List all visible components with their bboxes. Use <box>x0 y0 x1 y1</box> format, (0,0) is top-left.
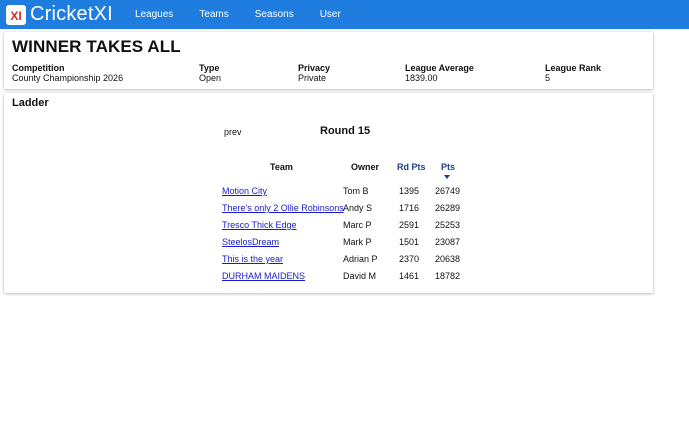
brand-name: CricketXI <box>30 3 113 25</box>
info-league-rank: League Rank 5 <box>545 63 601 83</box>
info-competition: Competition County Championship 2026 <box>12 63 123 83</box>
info-value: County Championship 2026 <box>12 73 124 83</box>
team-link[interactable]: There's only 2 Ollie Robinsons <box>222 203 344 213</box>
column-header-owner: Owner <box>351 162 380 172</box>
info-type: Type Open <box>199 63 221 83</box>
column-header-team: Team <box>270 162 293 172</box>
table-row: Motion City Tom B 1395 26749 <box>222 186 482 199</box>
prev-round-link[interactable]: prev <box>224 127 242 137</box>
info-label: League Rank <box>545 63 602 73</box>
team-link[interactable]: SteelosDream <box>222 237 279 247</box>
pts-cell: 23087 <box>435 237 461 247</box>
owner-cell: Adrian P <box>343 254 378 264</box>
info-label: Type <box>199 63 220 73</box>
table-row: This is the year Adrian P 2370 20638 <box>222 254 482 267</box>
pts-cell: 18782 <box>435 271 461 281</box>
round-title: Round 15 <box>320 125 371 137</box>
rd-pts-cell: 1716 <box>399 203 420 213</box>
rd-pts-cell: 2370 <box>399 254 420 264</box>
ladder-title: Ladder <box>12 97 49 109</box>
team-link[interactable]: Tresco Thick Edge <box>222 220 297 230</box>
owner-cell: David M <box>343 271 377 281</box>
rd-pts-cell: 1501 <box>399 237 420 247</box>
team-link[interactable]: This is the year <box>222 254 283 264</box>
info-value: Private <box>298 73 327 83</box>
info-value: 5 <box>545 73 551 83</box>
nav-item-teams[interactable]: Teams <box>199 9 228 20</box>
table-row: There's only 2 Ollie Robinsons Andy S 17… <box>222 203 482 216</box>
column-header-pts[interactable]: Pts <box>441 162 455 172</box>
league-info-card: WINNER TAKES ALL Competition County Cham… <box>4 32 653 89</box>
owner-cell: Mark P <box>343 237 372 247</box>
pts-cell: 26749 <box>435 186 461 196</box>
owner-cell: Tom B <box>343 186 369 196</box>
info-label: Privacy <box>298 63 331 73</box>
table-row: SteelosDream Mark P 1501 23087 <box>222 237 482 250</box>
logo-letters: XI <box>10 9 21 23</box>
table-row: DURHAM MAIDENS David M 1461 18782 <box>222 271 482 284</box>
pts-cell: 20638 <box>435 254 461 264</box>
cricketxi-logo-icon: XI <box>6 4 26 25</box>
team-link[interactable]: DURHAM MAIDENS <box>222 271 305 281</box>
owner-cell: Marc P <box>343 220 372 230</box>
pts-cell: 25253 <box>435 220 461 230</box>
ladder-card: Ladder prev Round 15 Team Owner Rd Pts P… <box>4 93 653 293</box>
nav-item-seasons[interactable]: Seasons <box>255 9 294 20</box>
owner-cell: Andy S <box>343 203 373 213</box>
rd-pts-cell: 2591 <box>399 220 420 230</box>
top-navbar: XI CricketXI Leagues Teams Seasons User <box>0 0 689 29</box>
league-title: WINNER TAKES ALL <box>12 37 181 56</box>
nav-item-user[interactable]: User <box>320 9 341 20</box>
team-link[interactable]: Motion City <box>222 186 267 196</box>
nav-item-leagues[interactable]: Leagues <box>135 9 173 20</box>
sort-desc-icon <box>444 175 450 179</box>
info-league-average: League Average 1839.00 <box>405 63 474 83</box>
column-header-rd-pts[interactable]: Rd Pts <box>397 162 426 172</box>
info-label: League Average <box>405 63 474 73</box>
info-label: Competition <box>12 63 65 73</box>
rd-pts-cell: 1395 <box>399 186 420 196</box>
rd-pts-cell: 1461 <box>399 271 420 281</box>
brand[interactable]: XI CricketXI <box>6 3 113 26</box>
info-privacy: Privacy Private <box>298 63 330 83</box>
nav-links: Leagues Teams Seasons User <box>135 9 367 20</box>
table-row: Tresco Thick Edge Marc P 2591 25253 <box>222 220 482 233</box>
info-value: Open <box>199 73 222 83</box>
pts-cell: 26289 <box>435 203 461 213</box>
info-value: 1839.00 <box>405 73 438 83</box>
